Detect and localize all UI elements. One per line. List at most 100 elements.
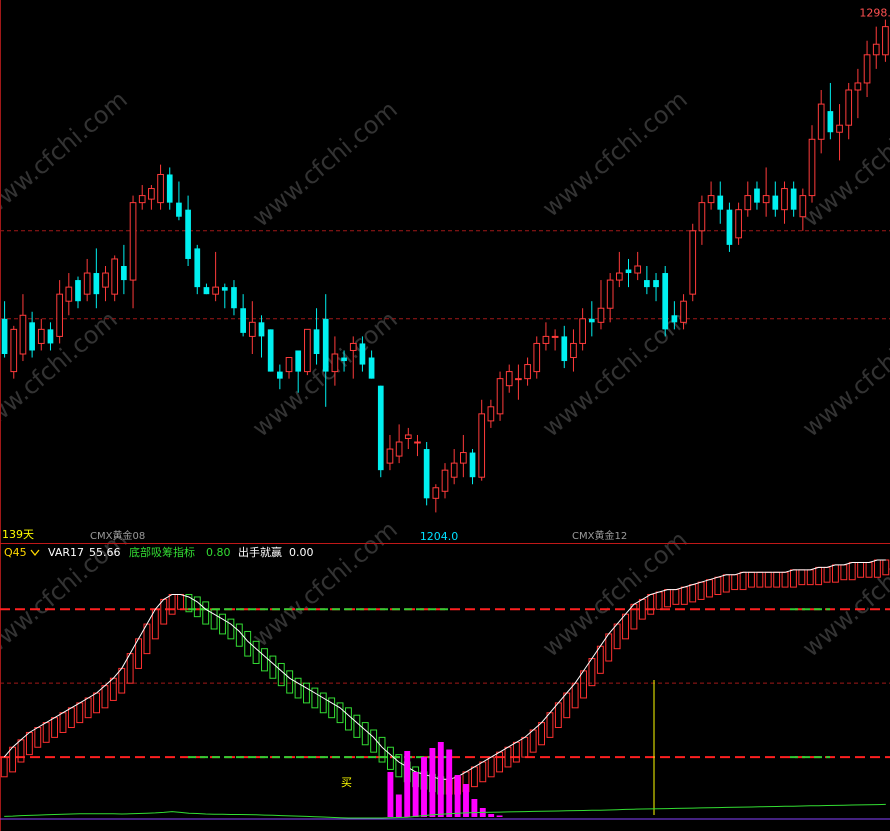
oscillator-step	[227, 618, 235, 640]
candle-body-up	[524, 364, 531, 380]
oscillator-step	[798, 569, 806, 586]
oscillator-step	[781, 571, 789, 588]
oscillator-step	[479, 761, 487, 783]
candle-body-down	[313, 329, 320, 354]
oscillator-series[interactable]	[0, 559, 890, 795]
candle-body-up	[129, 202, 137, 281]
candle-body-up	[551, 335, 559, 338]
oscillator-step	[790, 569, 797, 588]
oscillator-step	[219, 613, 226, 635]
oscillator-step	[706, 579, 713, 598]
indicator-name[interactable]: Q45	[4, 546, 27, 559]
oscillator-step	[328, 697, 336, 719]
candle-body-up	[157, 173, 164, 204]
oscillator-step	[353, 714, 361, 738]
oscillator-step	[345, 707, 352, 731]
oscillator-step	[840, 564, 848, 581]
oscillator-step	[361, 722, 369, 746]
candle-body-up	[414, 441, 421, 444]
candle-body-up	[836, 124, 843, 133]
oscillator-step	[596, 645, 604, 674]
candle-body-up	[744, 195, 752, 211]
candle-body-down	[185, 209, 191, 259]
oscillator-step	[647, 593, 655, 615]
oscillator-step	[386, 746, 394, 770]
win-value: 0.00	[289, 546, 314, 559]
watermark-text: www.cfchi.com	[537, 85, 693, 222]
candle-body-up	[634, 265, 642, 274]
candle-body-down	[295, 350, 302, 372]
oscillator-step	[689, 584, 697, 603]
candle-body-up	[478, 413, 486, 478]
oscillator-step	[655, 591, 663, 610]
candle-body-down	[423, 449, 430, 499]
contract-label-12: CMX黄金12	[572, 529, 627, 542]
oscillator-step	[546, 712, 554, 738]
candle-body-down	[29, 322, 35, 351]
candle-body-up	[808, 138, 816, 197]
candle-body-down	[588, 318, 595, 323]
signal-bar	[429, 748, 436, 817]
signal-bar	[454, 775, 461, 817]
candle-body-up	[698, 202, 706, 232]
oscillator-step	[613, 623, 621, 650]
candle-body-down	[240, 308, 246, 333]
candle-body-up	[19, 314, 27, 355]
candle-body-up	[331, 353, 339, 373]
oscillator-step	[848, 561, 856, 581]
candle-body-up	[854, 82, 862, 91]
oscillator-step	[17, 739, 25, 763]
chevron-down-icon[interactable]	[30, 549, 40, 557]
candle-body-up	[404, 434, 412, 439]
oscillator-step	[210, 608, 218, 630]
candle-body-down	[203, 287, 210, 295]
oscillator-step	[773, 571, 781, 588]
oscillator-step	[764, 571, 772, 588]
oscillator-step	[731, 574, 739, 591]
oscillator-step	[25, 731, 33, 756]
candle-body-down	[662, 273, 669, 330]
oscillator-step	[571, 682, 579, 709]
candle-body-up	[65, 286, 73, 302]
signal-bar	[446, 749, 453, 817]
bottom-index-line	[4, 803, 886, 819]
candle-body-down	[359, 343, 366, 365]
candle-body-up	[533, 342, 541, 373]
signal-bar	[471, 799, 478, 817]
oscillator-step	[109, 677, 117, 701]
oscillator-step	[370, 729, 378, 753]
candle-body-up	[432, 487, 440, 499]
candle-body-up	[395, 441, 403, 457]
candle-body-down	[47, 329, 54, 344]
candle-body-up	[138, 195, 146, 204]
oscillator-step	[311, 687, 319, 709]
candle-body-up	[606, 279, 614, 309]
candle-body-down	[469, 452, 476, 478]
oscillator-step	[823, 566, 831, 583]
signal-bar	[387, 772, 394, 817]
candle-body-up	[579, 318, 586, 344]
candle-body-up	[212, 286, 219, 295]
low-price-label: 1204.0	[420, 530, 459, 543]
watermark-text: www.cfchi.com	[797, 525, 890, 662]
buy-marker-label: 买	[341, 776, 352, 789]
candle-body-down	[267, 329, 274, 372]
oscillator-step	[554, 702, 562, 729]
chart-canvas[interactable]: www.cfchi.com www.cfchi.com www.cfchi.com w…	[0, 0, 890, 831]
oscillator-step	[496, 751, 504, 773]
candle-body-down	[221, 287, 228, 291]
candle-body-down	[1, 318, 8, 354]
candle-body-up	[817, 103, 825, 140]
candle-body-down	[93, 273, 100, 295]
oscillator-step	[605, 633, 613, 662]
candle-body-up	[542, 335, 550, 344]
candle-body-down	[653, 280, 659, 288]
indicator-legend: Q45 VAR17 55.66 底部吸筹指标 0.80 出手就赢 0.00	[4, 545, 314, 559]
bottom-line-series	[0, 803, 890, 820]
candle-body-up	[450, 462, 458, 478]
bottom-index-value: 0.80	[206, 546, 231, 559]
candle-body-down	[772, 195, 779, 210]
candle-body-down	[231, 287, 237, 309]
candlestick-series[interactable]	[1, 19, 889, 513]
oscillator-step	[521, 736, 529, 758]
